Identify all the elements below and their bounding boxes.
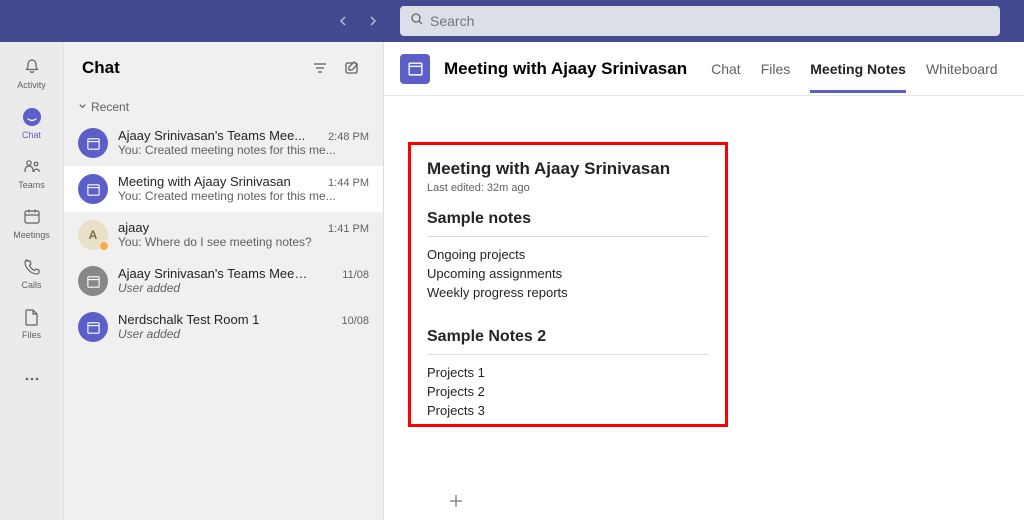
meeting-notes-card: Meeting with Ajaay Srinivasan Last edite… — [408, 142, 728, 427]
chat-item-info: Nerdschalk Test Room 1 10/08 User added — [118, 312, 369, 341]
notes-line: Projects 3 — [427, 403, 709, 418]
chat-item-preview: User added — [118, 327, 368, 341]
notes-line: Weekly progress reports — [427, 285, 709, 300]
main-header: Meeting with Ajaay Srinivasan Chat Files… — [384, 42, 1024, 96]
chat-item-preview: You: Created meeting notes for this me..… — [118, 143, 368, 157]
tab-files[interactable]: Files — [761, 45, 791, 93]
chat-item-name: Nerdschalk Test Room 1 — [118, 312, 259, 327]
notes-section-heading[interactable]: Sample Notes 2 — [427, 328, 709, 346]
chat-item-time: 10/08 — [341, 315, 369, 327]
chat-item-info: ajaay 1:41 PM You: Where do I see meetin… — [118, 220, 369, 249]
chat-icon — [21, 106, 43, 128]
notes-last-edited: Last edited: 32m ago — [427, 182, 709, 194]
filter-button[interactable] — [307, 55, 333, 81]
meeting-avatar-icon — [78, 174, 108, 204]
tab-meeting-notes[interactable]: Meeting Notes — [810, 45, 906, 93]
chat-item-name: Meeting with Ajaay Srinivasan — [118, 174, 291, 189]
nav-forward-button[interactable] — [362, 10, 384, 32]
new-chat-button[interactable] — [339, 55, 365, 81]
notes-section-body[interactable]: Projects 1 Projects 2 Projects 3 — [427, 365, 709, 418]
rail-more[interactable] — [4, 356, 60, 402]
chat-panel: Chat Recent Ajaay Srinivasan's Teams Mee… — [64, 42, 384, 520]
rail-meetings[interactable]: Meetings — [4, 200, 60, 246]
user-avatar: A — [78, 220, 108, 250]
tab-whiteboard[interactable]: Whiteboard — [926, 45, 998, 93]
notes-line: Ongoing projects — [427, 247, 709, 262]
chat-item-preview: You: Where do I see meeting notes? — [118, 235, 368, 249]
presence-away-icon — [99, 241, 109, 251]
search-icon — [410, 12, 424, 31]
meeting-header-icon — [400, 54, 430, 84]
chat-item-name: Ajaay Srinivasan's Teams Mee... — [118, 128, 305, 143]
chat-item-time: 11/08 — [342, 269, 369, 281]
rail-label: Files — [22, 330, 41, 340]
rail-label: Calls — [21, 280, 41, 290]
rail-label: Meetings — [13, 230, 50, 240]
add-section-button[interactable] — [444, 488, 468, 519]
meeting-avatar-icon — [78, 312, 108, 342]
chat-item-time: 1:41 PM — [328, 223, 369, 235]
app-rail: Activity Chat Teams Meetings Calls Files — [0, 42, 64, 520]
rail-chat[interactable]: Chat — [4, 100, 60, 146]
recent-header[interactable]: Recent — [64, 94, 383, 120]
rail-teams[interactable]: Teams — [4, 150, 60, 196]
rail-activity[interactable]: Activity — [4, 50, 60, 96]
more-icon — [21, 368, 43, 390]
top-bar — [0, 0, 1024, 42]
chat-item-info: Meeting with Ajaay Srinivasan 1:44 PM Yo… — [118, 174, 369, 203]
search-box[interactable] — [400, 6, 1000, 36]
notes-section-heading[interactable]: Sample notes — [427, 210, 709, 228]
meeting-avatar-icon — [78, 128, 108, 158]
notes-line: Upcoming assignments — [427, 266, 709, 281]
search-input[interactable] — [430, 13, 990, 29]
notes-line: Projects 1 — [427, 365, 709, 380]
notes-section-body[interactable]: Ongoing projects Upcoming assignments We… — [427, 247, 709, 300]
chat-list-item[interactable]: Ajaay Srinivasan's Teams Meeting 11/08 U… — [64, 258, 383, 304]
chat-list-item[interactable]: Meeting with Ajaay Srinivasan 1:44 PM Yo… — [64, 166, 383, 212]
nav-arrows — [332, 10, 384, 32]
rail-files[interactable]: Files — [4, 300, 60, 346]
chat-item-info: Ajaay Srinivasan's Teams Meeting 11/08 U… — [118, 266, 369, 295]
bell-icon — [21, 56, 43, 78]
chevron-down-icon — [78, 100, 87, 114]
chat-item-time: 1:44 PM — [328, 177, 369, 189]
section-divider — [427, 236, 709, 237]
chat-item-preview: User added — [118, 281, 368, 295]
notes-title: Meeting with Ajaay Srinivasan — [427, 159, 709, 179]
rail-calls[interactable]: Calls — [4, 250, 60, 296]
chat-item-name: ajaay — [118, 220, 149, 235]
rail-label: Activity — [17, 80, 46, 90]
chat-list-item[interactable]: Ajaay Srinivasan's Teams Mee... 2:48 PM … — [64, 120, 383, 166]
chat-item-info: Ajaay Srinivasan's Teams Mee... 2:48 PM … — [118, 128, 369, 157]
notes-line: Projects 2 — [427, 384, 709, 399]
chat-list-item[interactable]: Nerdschalk Test Room 1 10/08 User added — [64, 304, 383, 350]
phone-icon — [21, 256, 43, 278]
main-content: Meeting with Ajaay Srinivasan Chat Files… — [384, 42, 1024, 520]
calendar-icon — [21, 206, 43, 228]
chat-item-preview: You: Created meeting notes for this me..… — [118, 189, 368, 203]
teams-icon — [21, 156, 43, 178]
chat-panel-title: Chat — [82, 58, 301, 78]
main-tabs: Chat Files Meeting Notes Whiteboard — [711, 45, 997, 93]
chat-item-name: Ajaay Srinivasan's Teams Meeting — [118, 266, 308, 281]
file-icon — [21, 306, 43, 328]
rail-label: Chat — [22, 130, 41, 140]
chat-item-time: 2:48 PM — [328, 131, 369, 143]
meeting-avatar-icon — [78, 266, 108, 296]
tab-chat[interactable]: Chat — [711, 45, 741, 93]
page-title: Meeting with Ajaay Srinivasan — [444, 59, 687, 79]
recent-label: Recent — [91, 100, 129, 114]
chat-panel-header: Chat — [64, 42, 383, 94]
rail-label: Teams — [18, 180, 45, 190]
chat-list-item[interactable]: A ajaay 1:41 PM You: Where do I see meet… — [64, 212, 383, 258]
section-divider — [427, 354, 709, 355]
nav-back-button[interactable] — [332, 10, 354, 32]
